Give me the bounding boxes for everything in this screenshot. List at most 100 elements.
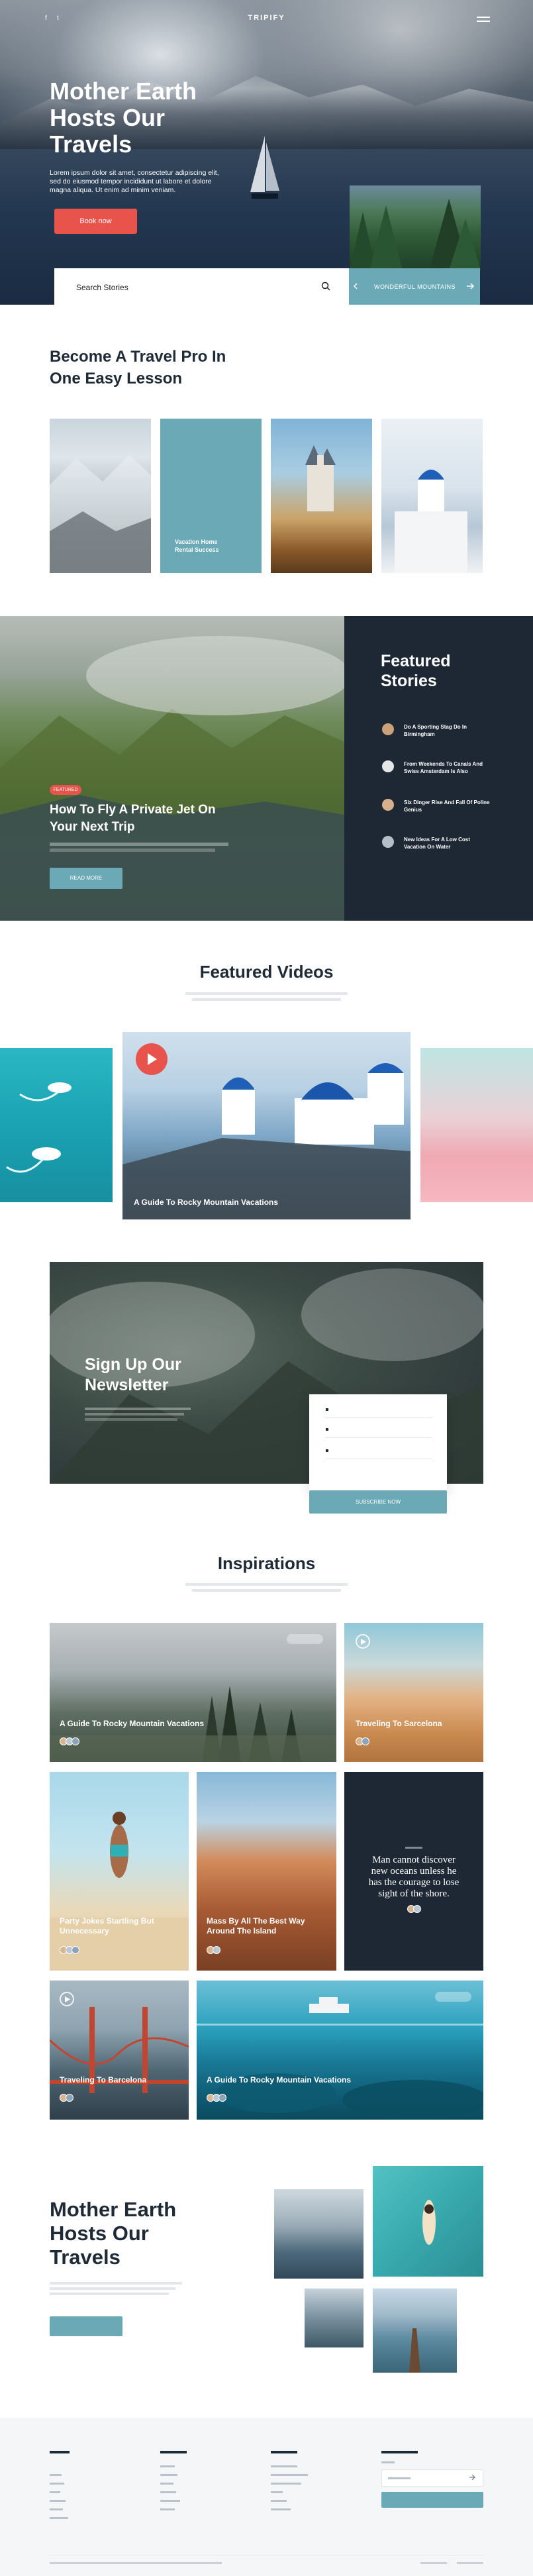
footer-link[interactable]	[50, 2517, 68, 2519]
subscribe-button[interactable]: SUBSCRIBE NOW	[309, 1490, 447, 1514]
promo-desc-line	[50, 2282, 182, 2285]
footer-subscribe-button[interactable]	[381, 2492, 483, 2508]
hero-description: Lorem ipsum dolor sit amet, consectetur …	[50, 169, 219, 194]
promo-button[interactable]	[50, 2316, 122, 2336]
search-icon[interactable]	[321, 282, 330, 291]
form-field-marker	[326, 1428, 328, 1431]
search-placeholder[interactable]: Search Stories	[76, 283, 128, 292]
author-avatars	[60, 1737, 79, 1749]
footer-link[interactable]	[160, 2500, 180, 2502]
read-more-button[interactable]: READ MORE	[50, 868, 122, 889]
newsletter-desc-line	[85, 1408, 191, 1410]
category-tag[interactable]	[435, 1992, 471, 2002]
story-thumbnail[interactable]	[382, 723, 394, 735]
inspiration-title[interactable]: Traveling To Barcelona	[60, 2075, 146, 2085]
footer-col-heading	[160, 2451, 187, 2453]
footer-link[interactable]	[50, 2483, 64, 2485]
author-avatars	[207, 1945, 220, 1957]
footer-link[interactable]	[50, 2474, 62, 2476]
email-field[interactable]	[326, 1437, 432, 1438]
footer-link[interactable]	[271, 2483, 301, 2485]
footer-link[interactable]	[160, 2483, 173, 2485]
brand-logo[interactable]: TRIPIFY	[0, 14, 533, 22]
footer-subscribe-desc	[381, 2461, 395, 2463]
arrow-right-icon[interactable]	[467, 283, 475, 289]
play-icon[interactable]	[148, 1053, 157, 1065]
footer-link[interactable]	[50, 2500, 66, 2502]
newsletter-desc-line	[85, 1418, 177, 1421]
inspirations-subtitle-line	[192, 1589, 341, 1592]
menu-icon[interactable]	[477, 17, 490, 22]
footer-link[interactable]	[271, 2491, 283, 2493]
footer-link[interactable]	[160, 2465, 175, 2467]
story-item-title[interactable]: Do A Sporting Stag Do In Birmingham	[404, 723, 467, 738]
featured-story-title[interactable]: How To Fly A Private Jet On Your Next Tr…	[50, 801, 288, 836]
inspirations-title: Inspirations	[217, 1553, 316, 1573]
footer-link[interactable]	[271, 2474, 308, 2476]
footer-link[interactable]	[50, 2508, 63, 2510]
author-avatars	[60, 2093, 73, 2105]
story-thumbnail[interactable]	[382, 799, 394, 811]
inspiration-card-canyon[interactable]	[197, 1772, 336, 1971]
author-avatars	[356, 1737, 369, 1749]
send-icon[interactable]	[469, 2474, 475, 2481]
story-thumbnail[interactable]	[382, 760, 394, 772]
story-item-title[interactable]: From Weekends To Canals And Swiss Amster…	[404, 760, 483, 775]
featured-story-excerpt-line	[50, 843, 228, 846]
footer-link[interactable]	[160, 2508, 175, 2510]
featured-videos-subtitle-line	[192, 998, 341, 1001]
inspiration-title[interactable]: Traveling To Sarcelona	[356, 1719, 442, 1729]
newsletter-title: Sign Up Our Newsletter	[85, 1355, 181, 1394]
video-card-jetski[interactable]	[0, 1048, 113, 1202]
promo-desc-line	[50, 2287, 175, 2290]
footer-col-heading	[50, 2451, 70, 2453]
name-field[interactable]	[326, 1417, 432, 1418]
quote-label	[405, 1847, 422, 1849]
story-item-title[interactable]: Six Dinger Rise And Fall Of Poline Geniu…	[404, 799, 490, 813]
book-now-button[interactable]: Book now	[54, 209, 137, 234]
newsletter-form	[309, 1394, 447, 1490]
lesson-card-caption: Vacation Home Rental Success	[175, 539, 219, 553]
footer-link[interactable]	[271, 2465, 297, 2467]
promo-image-fjord[interactable]	[305, 2289, 363, 2347]
promo-desc-line	[50, 2293, 169, 2295]
featured-videos-title: Featured Videos	[199, 962, 334, 982]
inspiration-title[interactable]: Mass By All The Best Way Around The Isla…	[207, 1916, 305, 1936]
footer-link[interactable]	[50, 2491, 60, 2493]
video-main-caption[interactable]: A Guide To Rocky Mountain Vacations	[134, 1198, 278, 1208]
footer-link[interactable]	[271, 2500, 287, 2502]
chevron-left-icon[interactable]	[352, 283, 359, 289]
hero-title: Mother Earth Hosts Our Travels	[50, 77, 197, 158]
lesson-card-castle[interactable]	[271, 419, 372, 573]
story-item-title[interactable]: New Ideas For A Low Cost Vacation On Wat…	[404, 836, 470, 850]
privacy-link[interactable]	[457, 2562, 483, 2564]
inspiration-title[interactable]: A Guide To Rocky Mountain Vacations	[207, 2075, 351, 2085]
wonderful-mountains-label: WONDERFUL MOUNTAINS	[374, 283, 456, 290]
footer-link[interactable]	[160, 2491, 176, 2493]
inspiration-card-beach[interactable]	[50, 1772, 189, 1971]
promo-image-lake[interactable]	[274, 2189, 363, 2279]
form-field-marker	[326, 1449, 328, 1452]
lesson-card-glacier[interactable]	[50, 419, 151, 573]
inspiration-title[interactable]: A Guide To Rocky Mountain Vacations	[60, 1719, 204, 1729]
featured-tag: FEATURED	[50, 785, 81, 795]
author-avatars	[207, 2093, 226, 2105]
terms-link[interactable]	[420, 2562, 447, 2564]
lesson-card-vacation-home[interactable]: Vacation Home Rental Success	[160, 419, 262, 573]
inspiration-title[interactable]: Party Jokes Startling But Unnecessary	[60, 1916, 154, 1936]
author-avatars	[407, 1904, 421, 1916]
footer-link[interactable]	[271, 2508, 291, 2510]
hero-forest-image[interactable]	[350, 185, 481, 270]
story-thumbnail[interactable]	[382, 836, 394, 848]
promo-image-dock[interactable]	[373, 2289, 457, 2373]
category-tag[interactable]	[287, 1634, 323, 1644]
promo-image-paddleboard[interactable]	[373, 2166, 483, 2277]
video-card-desert[interactable]	[420, 1048, 533, 1202]
inspiration-quote: Man cannot discover new oceans unless he…	[368, 1855, 460, 1899]
page: f t TRIPIFY Mother Earth Hosts Our Trave…	[0, 0, 533, 2576]
lesson-title: Become A Travel Pro In One Easy Lesson	[50, 348, 226, 387]
footer-link[interactable]	[160, 2474, 177, 2476]
lesson-card-santorini[interactable]	[381, 419, 483, 573]
promo-title: Mother Earth Hosts Our Travels	[50, 2198, 177, 2269]
footer-col-heading	[381, 2451, 418, 2453]
